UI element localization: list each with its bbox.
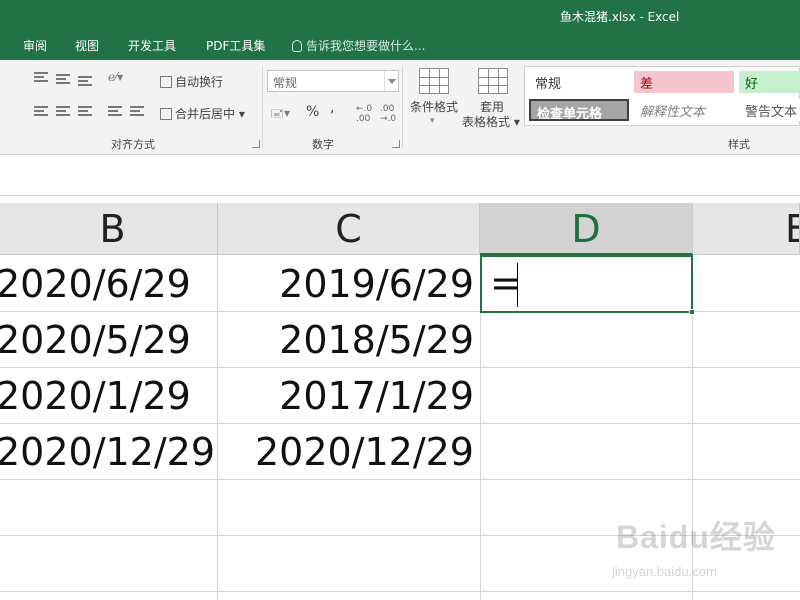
active-cell-d1[interactable]: = [480,255,695,315]
tell-me-search[interactable]: 告诉我您想要做什么... [292,37,425,54]
lightbulb-icon [292,40,302,52]
column-header-e[interactable]: E [693,203,800,255]
style-bad[interactable]: 差 [634,71,734,93]
decrease-decimal-icon[interactable]: .00 →.0 [380,104,396,124]
table-format-line2[interactable]: 表格格式 ▾ [462,113,520,130]
cell-c-row1[interactable]: 2019/6/29 [218,256,474,312]
watermark-url: jingyan.baidu.com [612,564,717,579]
orientation-icon[interactable]: ℯ⁄▾ [108,70,123,84]
column-header-c[interactable]: C [218,203,480,255]
merge-icon [160,108,172,120]
styles-group-label: 样式 [728,138,750,151]
percent-button[interactable]: % [306,104,319,120]
style-check-cell[interactable]: 检查单元格 [529,99,629,121]
formula-bar-area [0,156,800,196]
cell-b-row1[interactable]: 2020/6/29 [0,256,214,312]
cell-b-row2[interactable]: 2020/5/29 [0,312,214,368]
style-normal[interactable]: 常规 [529,71,629,93]
style-warning[interactable]: 警告文本 [739,99,800,121]
tab-review[interactable]: 审阅 [23,37,47,54]
alignment-launcher-icon[interactable] [252,140,260,148]
table-format-label: 表格格式 [462,115,511,129]
cell-styles-gallery: 常规 差 好 检查单元格 解释性文本 警告文本 [524,66,800,126]
cell-b-row3[interactable]: 2020/1/29 [0,368,214,424]
cell-c-row3[interactable]: 2017/1/29 [218,368,474,424]
cell-c-row4[interactable]: 2020/12/29 [218,424,474,480]
alignment-group-label: 对齐方式 [111,138,155,151]
table-format-icon [478,68,508,94]
fill-handle[interactable] [689,309,695,315]
gridline [0,591,800,592]
increase-indent-icon[interactable] [130,106,144,116]
tab-developer[interactable]: 开发工具 [128,37,176,54]
column-header-b[interactable]: B [0,203,218,255]
cell-b-row4[interactable]: 2020/12/29 [0,424,215,480]
title-bar: 鱼木混猪.xlsx - Excel 审阅 视图 开发工具 PDF工具集 告诉我您… [0,0,800,60]
style-good[interactable]: 好 [739,71,800,93]
text-cursor [517,263,518,307]
decrease-indent-icon[interactable] [108,106,122,116]
wrap-text-icon [160,76,172,88]
wrap-text-label: 自动换行 [175,75,224,89]
tell-me-text: 告诉我您想要做什么... [306,39,426,53]
ribbon: ℯ⁄▾ 自动换行 合并后居中 ▾ 对齐方式 常规 🖃▾ % , ←.0.00 .… [0,60,800,155]
tab-pdf-tools[interactable]: PDF工具集 [206,37,265,54]
cell-c-row2[interactable]: 2018/5/29 [218,312,474,368]
watermark-logo: Baidu经验 [616,519,776,555]
separator [402,66,403,148]
merge-center-label: 合并后居中 [175,107,236,121]
conditional-format-button[interactable]: 条件格式 [410,98,458,115]
column-header-d[interactable]: D [480,203,693,255]
window-title: 鱼木混猪.xlsx - Excel [560,10,680,24]
comma-button[interactable]: , [330,100,334,116]
align-center-icon[interactable] [56,106,70,116]
chevron-down-icon[interactable] [384,71,398,91]
align-top-icon[interactable] [34,72,48,82]
tab-view[interactable]: 视图 [75,37,99,54]
watermark: Baidu经验 jingyan.baidu.com [610,512,790,587]
currency-icon[interactable]: 🖃▾ [270,104,290,125]
number-group-label: 数字 [312,138,334,151]
separator [262,66,263,148]
align-bottom-icon[interactable] [78,76,92,86]
conditional-format-icon [419,68,449,94]
style-explanatory[interactable]: 解释性文本 [634,99,734,121]
align-middle-icon[interactable] [56,74,70,84]
number-format-value: 常规 [273,76,298,90]
number-launcher-icon[interactable] [392,140,400,148]
number-format-select[interactable]: 常规 [267,70,399,92]
chevron-down-icon: ▾ [430,116,435,126]
align-left-icon[interactable] [34,106,48,116]
align-right-icon[interactable] [78,106,92,116]
increase-decimal-icon[interactable]: ←.0.00 [356,104,372,124]
wrap-text-button[interactable]: 自动换行 [160,73,223,90]
merge-center-button[interactable]: 合并后居中 ▾ [160,105,245,122]
